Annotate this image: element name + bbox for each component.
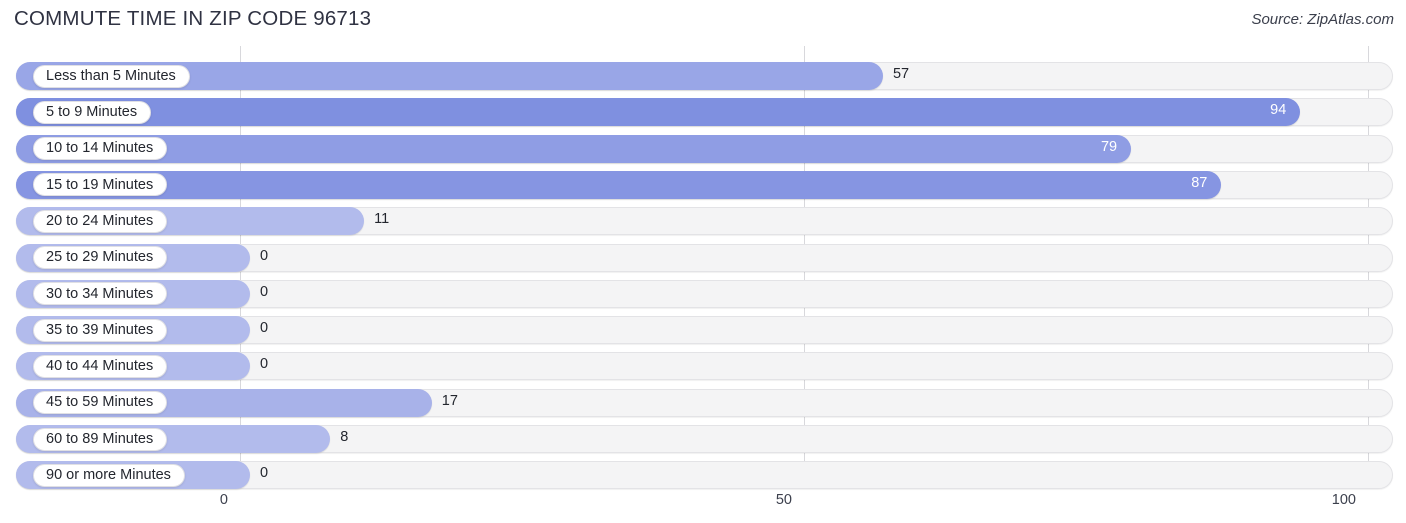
bar-row[interactable]: 60 to 89 Minutes 8 — [0, 418, 1406, 454]
bar-row[interactable]: 25 to 29 Minutes 0 — [0, 237, 1406, 273]
category-label: 10 to 14 Minutes — [46, 140, 154, 157]
value-bar[interactable] — [16, 170, 1222, 199]
x-axis: 0 50 100 — [0, 486, 1406, 523]
category-label-pill: 15 to 19 Minutes — [33, 173, 168, 197]
bar-row[interactable]: Less than 5 Minutes 57 — [0, 55, 1406, 91]
value-label: 0 — [260, 283, 269, 300]
category-label-pill: 5 to 9 Minutes — [33, 100, 152, 124]
bar-row[interactable]: 30 to 34 Minutes 0 — [0, 273, 1406, 309]
value-bar[interactable] — [16, 134, 1132, 163]
axis-tick-label: 100 — [1331, 492, 1356, 508]
bar-row[interactable]: 10 to 14 Minutes 79 — [0, 128, 1406, 164]
category-label-pill: 60 to 89 Minutes — [33, 427, 168, 451]
category-label-pill: 45 to 59 Minutes — [33, 391, 168, 415]
category-label-pill: 20 to 24 Minutes — [33, 209, 168, 233]
bar-row[interactable]: 35 to 39 Minutes 0 — [0, 309, 1406, 345]
value-label: 17 — [441, 392, 458, 409]
category-label-pill: 35 to 39 Minutes — [33, 318, 168, 342]
category-label: 90 or more Minutes — [46, 467, 171, 484]
axis-tick-label: 50 — [775, 492, 792, 508]
value-bar[interactable] — [16, 98, 1301, 127]
category-label-pill: 25 to 29 Minutes — [33, 246, 168, 269]
category-label: 15 to 19 Minutes — [46, 176, 154, 193]
category-label-pill: 90 or more Minutes — [33, 463, 185, 487]
value-label: 8 — [340, 429, 349, 445]
category-label: 30 to 34 Minutes — [46, 285, 154, 302]
category-label: 20 to 24 Minutes — [46, 212, 154, 229]
value-label: 11 — [374, 211, 390, 228]
value-label: 79 — [1100, 138, 1118, 155]
bar-row[interactable]: 40 to 44 Minutes 0 — [0, 345, 1406, 381]
category-label-pill: 10 to 14 Minutes — [33, 137, 168, 161]
category-label: 45 to 59 Minutes — [46, 394, 154, 411]
category-label-pill: 40 to 44 Minutes — [33, 354, 168, 378]
category-label-pill: 30 to 34 Minutes — [33, 282, 168, 306]
value-label: 0 — [260, 320, 269, 337]
category-label: 35 to 39 Minutes — [46, 321, 154, 338]
value-label: 0 — [260, 247, 269, 264]
bar-row[interactable]: 45 to 59 Minutes 17 — [0, 382, 1406, 418]
category-label: Less than 5 Minutes — [46, 67, 176, 84]
value-label: 57 — [892, 66, 910, 82]
value-label: 87 — [1191, 174, 1208, 191]
category-label: 5 to 9 Minutes — [46, 104, 138, 121]
bar-row[interactable]: 5 to 9 Minutes 94 — [0, 91, 1406, 127]
page-title: COMMUTE TIME IN ZIP CODE 96713 — [14, 7, 372, 30]
value-label: 0 — [260, 356, 269, 373]
category-label: 25 to 29 Minutes — [46, 249, 154, 266]
value-label: 0 — [260, 465, 269, 482]
bar-row[interactable]: 15 to 19 Minutes 87 — [0, 164, 1406, 200]
category-label-pill: Less than 5 Minutes — [33, 64, 190, 88]
source-attribution: Source: ZipAtlas.com — [1251, 11, 1394, 28]
value-label: 94 — [1270, 102, 1287, 119]
category-label: 60 to 89 Minutes — [46, 430, 154, 447]
category-label: 40 to 44 Minutes — [46, 358, 154, 375]
bar-row[interactable]: 20 to 24 Minutes 11 — [0, 200, 1406, 236]
axis-tick-label: 0 — [219, 492, 228, 508]
chart-header: COMMUTE TIME IN ZIP CODE 96713 Source: Z… — [0, 0, 1406, 46]
chart-plot-area: Less than 5 Minutes 57 5 to 9 Minutes 94 10 … — [0, 46, 1406, 490]
